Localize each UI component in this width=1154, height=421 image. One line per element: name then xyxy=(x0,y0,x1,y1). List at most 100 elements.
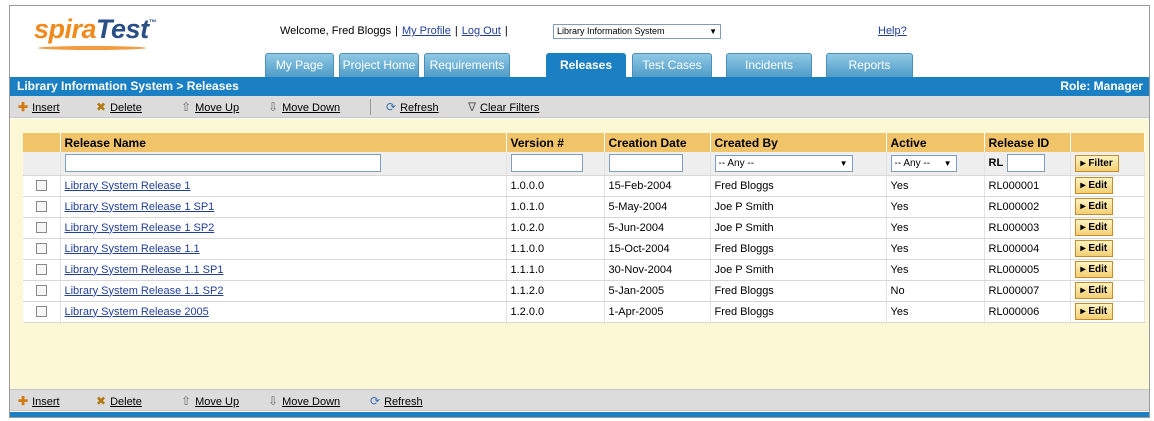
edit-button[interactable]: ▸ Edit xyxy=(1074,240,1114,257)
arrow-down-icon: ⇩ xyxy=(268,394,279,408)
insert-icon: ✚ xyxy=(18,394,29,408)
my-profile-link[interactable]: My Profile xyxy=(402,25,451,37)
created-by-cell: Fred Bloggs xyxy=(710,301,887,323)
creation-date-cell: 15-Oct-2004 xyxy=(604,238,711,260)
insert-button[interactable]: ✚ Insert xyxy=(18,96,60,119)
release-name-link[interactable]: Library System Release 1 SP2 xyxy=(65,222,215,234)
table-row: Library System Release 1.1 SP2 1.1.2.0 5-J… xyxy=(23,280,1145,302)
version-cell: 1.0.1.0 xyxy=(506,196,605,218)
active-filter-select[interactable]: -- Any -- ▼ xyxy=(890,154,957,172)
move-up-button[interactable]: ⇧ Move Up xyxy=(181,390,239,413)
active-cell: Yes xyxy=(886,301,985,323)
release-name-link[interactable]: Library System Release 1 SP1 xyxy=(65,201,215,213)
column-header-release-name[interactable]: Release Name xyxy=(60,133,507,152)
refresh-button[interactable]: ⟳ Refresh xyxy=(386,96,439,119)
row-checkbox[interactable] xyxy=(35,201,47,213)
table-row: Library System Release 2005 1.2.0.0 1-Apr-… xyxy=(23,301,1145,323)
filter-row: -- Any -- ▼ -- Any -- ▼ RL ▸ Filter xyxy=(23,152,1145,176)
creation-date-cell: 15-Feb-2004 xyxy=(604,175,711,197)
releases-panel: Release Name Version # Creation Date Cre… xyxy=(10,119,1149,389)
created-by-filter-select[interactable]: -- Any -- ▼ xyxy=(714,154,853,172)
refresh-icon: ⟳ xyxy=(370,394,381,408)
version-cell: 1.1.0.0 xyxy=(506,238,605,260)
edit-button[interactable]: ▸ Edit xyxy=(1074,219,1114,236)
column-header-created-by[interactable]: Created By xyxy=(710,133,887,152)
row-checkbox[interactable] xyxy=(35,180,47,192)
column-header-version[interactable]: Version # xyxy=(506,133,605,152)
log-out-link[interactable]: Log Out xyxy=(462,25,501,37)
tab-incidents[interactable]: Incidents xyxy=(726,53,812,77)
release-id-cell: RL000007 xyxy=(984,280,1071,302)
app-frame: spiraTest™ Welcome, Fred Bloggs | My Profi… xyxy=(9,5,1150,418)
move-up-button[interactable]: ⇧ Move Up xyxy=(181,96,239,119)
tab-requirements[interactable]: Requirements xyxy=(424,53,510,77)
release-name-link[interactable]: Library System Release 2005 xyxy=(65,306,209,318)
filter-button[interactable]: ▸ Filter xyxy=(1074,154,1119,172)
tab-reports[interactable]: Reports xyxy=(826,53,913,77)
row-checkbox[interactable] xyxy=(35,243,47,255)
chevron-down-icon: ▼ xyxy=(709,27,717,36)
footer-bar xyxy=(10,412,1149,417)
created-by-cell: Joe P Smith xyxy=(710,217,887,239)
tab-my-page[interactable]: My Page xyxy=(265,53,334,77)
creation-date-cell: 5-Jun-2004 xyxy=(604,217,711,239)
toolbar-divider xyxy=(370,99,371,115)
insert-icon: ✚ xyxy=(18,100,29,114)
tab-test-cases[interactable]: Test Cases xyxy=(632,53,712,77)
creation-date-cell: 5-May-2004 xyxy=(604,196,711,218)
insert-button[interactable]: ✚ Insert xyxy=(18,390,60,413)
move-down-button[interactable]: ⇩ Move Down xyxy=(268,390,340,413)
release-name-link[interactable]: Library System Release 1.1 xyxy=(65,243,200,255)
refresh-button[interactable]: ⟳ Refresh xyxy=(370,390,423,413)
release-id-cell: RL000004 xyxy=(984,238,1071,260)
release-id-cell: RL000002 xyxy=(984,196,1071,218)
column-header-active[interactable]: Active xyxy=(886,133,985,152)
spiratest-logo: spiraTest™ xyxy=(34,14,157,44)
active-cell: Yes xyxy=(886,175,985,197)
tab-project-home[interactable]: Project Home xyxy=(339,53,419,77)
row-checkbox[interactable] xyxy=(35,222,47,234)
creation-date-cell: 5-Jan-2005 xyxy=(604,280,711,302)
row-checkbox[interactable] xyxy=(35,285,47,297)
column-header-release-id[interactable]: Release ID xyxy=(984,133,1071,152)
arrow-up-icon: ⇧ xyxy=(181,100,192,114)
filter-icon: ∇ xyxy=(468,100,477,114)
release-id-filter-input[interactable] xyxy=(1007,154,1046,173)
arrow-down-icon: ⇩ xyxy=(268,100,279,114)
creation-date-filter-input[interactable] xyxy=(608,154,683,173)
edit-button[interactable]: ▸ Edit xyxy=(1074,177,1114,194)
chevron-down-icon: ▼ xyxy=(839,158,848,168)
tab-releases[interactable]: Releases xyxy=(546,53,626,78)
release-name-link[interactable]: Library System Release 1.1 SP1 xyxy=(65,264,224,276)
project-select[interactable]: Library Information System ▼ xyxy=(553,24,721,39)
move-down-button[interactable]: ⇩ Move Down xyxy=(268,96,340,119)
release-id-cell: RL000003 xyxy=(984,217,1071,239)
row-checkbox[interactable] xyxy=(35,264,47,276)
version-filter-input[interactable] xyxy=(510,154,583,173)
delete-icon: ✖ xyxy=(96,394,107,408)
table-row: Library System Release 1.1 1.1.0.0 15-Oct-… xyxy=(23,238,1145,260)
release-name-link[interactable]: Library System Release 1.1 SP2 xyxy=(65,285,224,297)
arrow-up-icon: ⇧ xyxy=(181,394,192,408)
welcome-bar: Welcome, Fred Bloggs | My Profile | Log Out | xyxy=(280,25,508,37)
release-name-link[interactable]: Library System Release 1 xyxy=(65,180,191,192)
created-by-cell: Joe P Smith xyxy=(710,259,887,281)
edit-button[interactable]: ▸ Edit xyxy=(1074,282,1114,299)
delete-button[interactable]: ✖ Delete xyxy=(96,390,142,413)
release-id-cell: RL000001 xyxy=(984,175,1071,197)
clear-filters-button[interactable]: ∇ Clear Filters xyxy=(468,96,539,119)
version-cell: 1.2.0.0 xyxy=(506,301,605,323)
edit-button[interactable]: ▸ Edit xyxy=(1074,303,1114,320)
column-header-creation-date[interactable]: Creation Date xyxy=(604,133,711,152)
delete-button[interactable]: ✖ Delete xyxy=(96,96,142,119)
action-column-header xyxy=(1070,133,1145,152)
help-link[interactable]: Help? xyxy=(878,25,907,37)
active-cell: No xyxy=(886,280,985,302)
edit-button[interactable]: ▸ Edit xyxy=(1074,261,1114,278)
release-name-filter-input[interactable] xyxy=(64,154,381,173)
refresh-icon: ⟳ xyxy=(386,100,397,114)
row-checkbox[interactable] xyxy=(35,306,47,318)
breadcrumb: Library Information System > Releases xyxy=(17,79,239,93)
table-row: Library System Release 1 SP2 1.0.2.0 5-Jun… xyxy=(23,217,1145,239)
edit-button[interactable]: ▸ Edit xyxy=(1074,198,1114,215)
